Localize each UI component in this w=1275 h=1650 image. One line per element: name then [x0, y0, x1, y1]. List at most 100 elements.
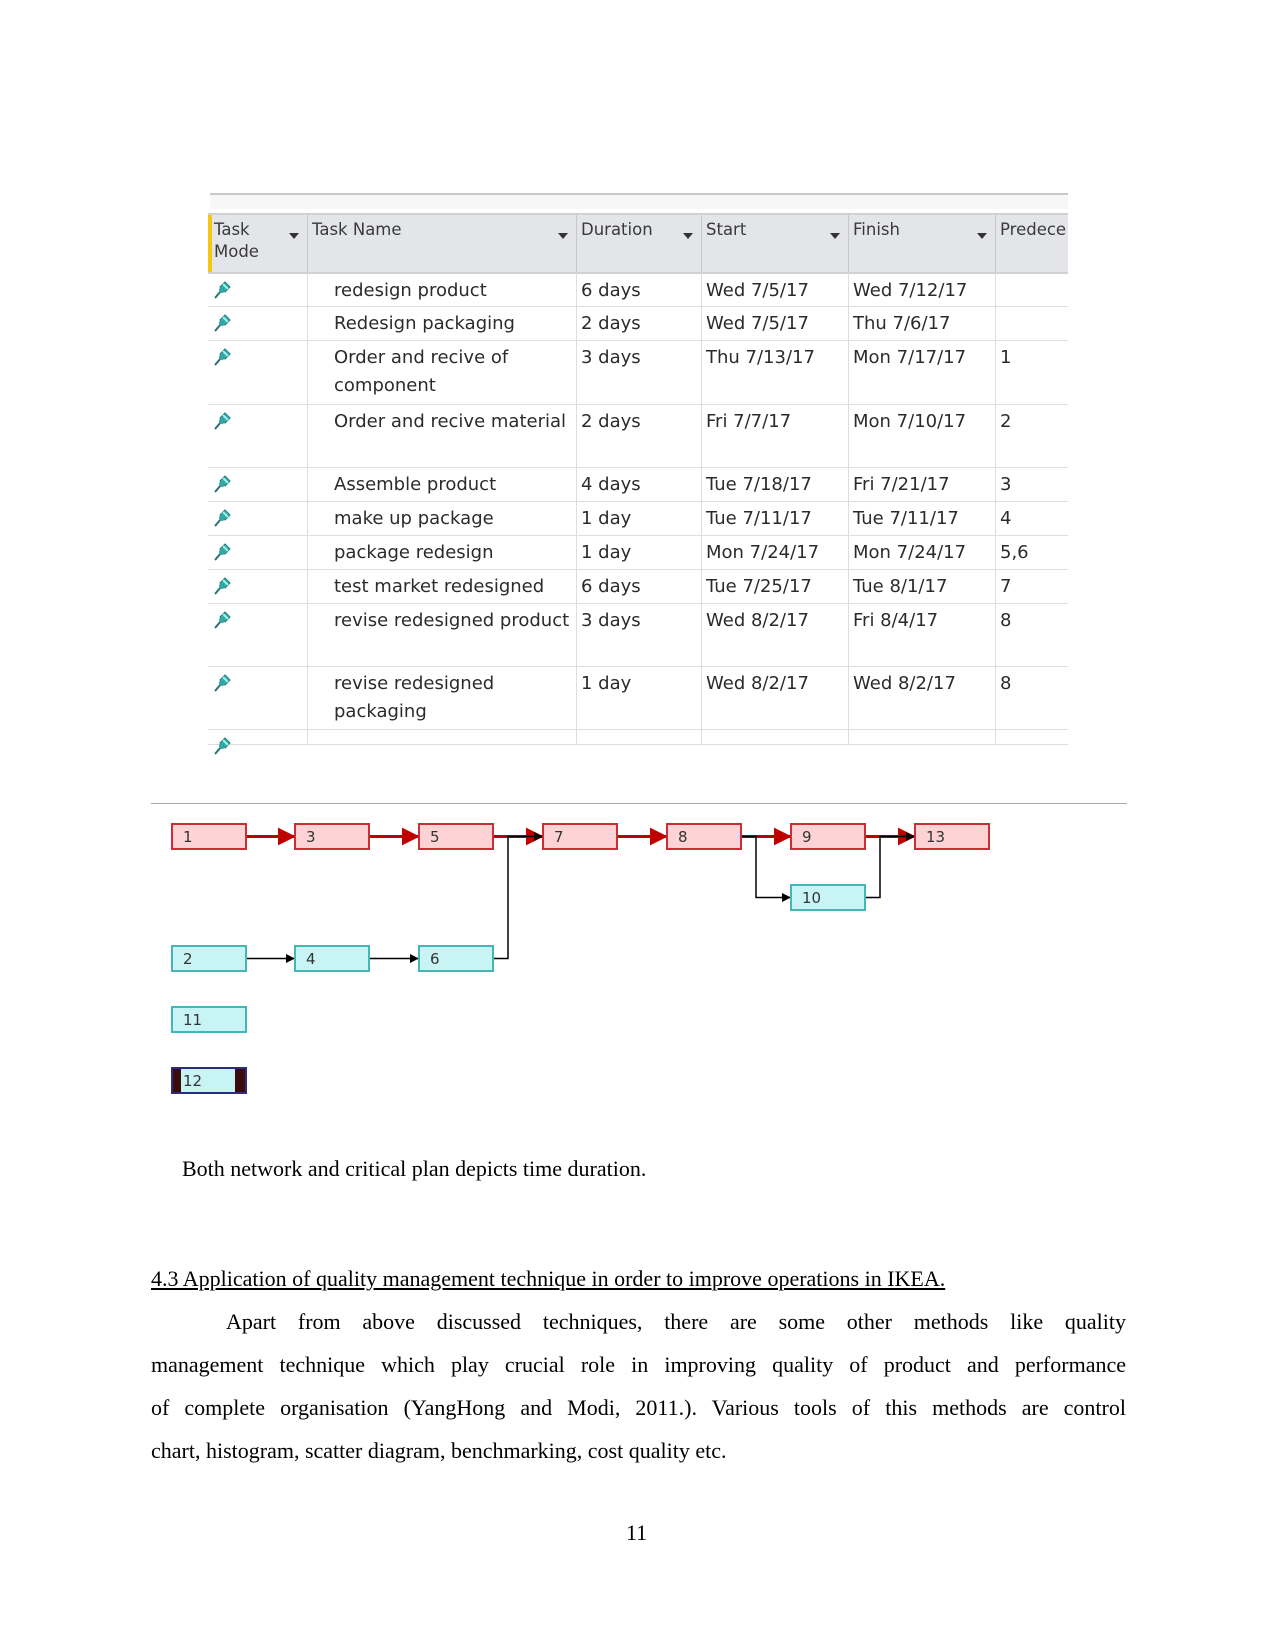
finish-cell[interactable]: Thu 7/6/17	[849, 307, 996, 340]
task-name-cell[interactable]: Order and recive of component	[308, 341, 577, 404]
start-cell[interactable]: Wed 7/5/17	[702, 307, 849, 340]
finish-cell[interactable]: Tue 7/11/17	[849, 502, 996, 535]
duration-cell[interactable]: 3 days	[577, 341, 702, 404]
chevron-down-icon[interactable]	[683, 233, 693, 239]
table-row[interactable]: make up package 1 day Tue 7/11/17 Tue 7/11/…	[208, 502, 1068, 536]
duration-cell[interactable]: 6 days	[577, 570, 702, 603]
task-name-cell[interactable]: Assemble product	[308, 468, 577, 501]
finish-cell[interactable]: Fri 8/4/17	[849, 604, 996, 666]
duration-cell[interactable]: 3 days	[577, 604, 702, 666]
start-cell[interactable]: Wed 8/2/17	[702, 667, 849, 729]
task-name-cell[interactable]	[308, 730, 577, 744]
table-row[interactable]: package redesign 1 day Mon 7/24/17 Mon 7/24…	[208, 536, 1068, 570]
network-node-5[interactable]: 5	[418, 823, 494, 850]
duration-cell[interactable]: 1 day	[577, 502, 702, 535]
chevron-down-icon[interactable]	[977, 233, 987, 239]
network-node-13[interactable]: 13	[914, 823, 990, 850]
task-name-cell[interactable]: Redesign packaging	[308, 307, 577, 340]
predecessors-cell[interactable]: 5,6	[996, 536, 1068, 569]
chevron-down-icon[interactable]	[289, 233, 299, 239]
duration-cell[interactable]	[577, 730, 702, 744]
task-mode-cell[interactable]	[208, 536, 308, 569]
start-cell[interactable]: Wed 8/2/17	[702, 604, 849, 666]
start-cell[interactable]	[702, 730, 849, 744]
task-mode-cell[interactable]	[208, 468, 308, 501]
network-node-11[interactable]: 11	[171, 1006, 247, 1033]
duration-cell[interactable]: 2 days	[577, 405, 702, 467]
start-cell[interactable]: Tue 7/18/17	[702, 468, 849, 501]
finish-cell[interactable]: Wed 7/12/17	[849, 274, 996, 306]
task-name-cell[interactable]: package redesign	[308, 536, 577, 569]
start-cell[interactable]: Thu 7/13/17	[702, 341, 849, 404]
table-row[interactable]: redesign product 6 days Wed 7/5/17 Wed 7/12…	[208, 274, 1068, 307]
task-mode-cell[interactable]	[208, 667, 308, 729]
table-row[interactable]	[208, 730, 1068, 755]
start-cell[interactable]: Tue 7/25/17	[702, 570, 849, 603]
task-name-cell[interactable]: Order and recive material	[308, 405, 577, 467]
start-cell[interactable]: Tue 7/11/17	[702, 502, 849, 535]
predecessors-cell[interactable]	[996, 274, 1068, 306]
network-node-7[interactable]: 7	[542, 823, 618, 850]
finish-cell[interactable]: Tue 8/1/17	[849, 570, 996, 603]
duration-cell[interactable]: 6 days	[577, 274, 702, 306]
column-header-task-mode[interactable]: Task Mode	[208, 215, 308, 272]
network-node-1[interactable]: 1	[171, 823, 247, 850]
finish-cell[interactable]: Wed 8/2/17	[849, 667, 996, 729]
task-name-cell[interactable]: make up package	[308, 502, 577, 535]
finish-cell[interactable]: Mon 7/24/17	[849, 536, 996, 569]
table-row[interactable]: test market redesigned 6 days Tue 7/25/17 T…	[208, 570, 1068, 604]
finish-cell[interactable]: Fri 7/21/17	[849, 468, 996, 501]
network-node-8[interactable]: 8	[666, 823, 742, 850]
column-header-start[interactable]: Start	[702, 215, 849, 272]
network-node-10[interactable]: 10	[790, 884, 866, 911]
table-row[interactable]: revise redesigned packaging 1 day Wed 8/2/…	[208, 667, 1068, 730]
column-header-duration[interactable]: Duration	[577, 215, 702, 272]
duration-cell[interactable]: 4 days	[577, 468, 702, 501]
column-header-finish[interactable]: Finish	[849, 215, 996, 272]
duration-cell[interactable]: 1 day	[577, 536, 702, 569]
task-mode-cell[interactable]	[208, 307, 308, 340]
task-mode-cell[interactable]	[208, 730, 308, 755]
task-mode-cell[interactable]	[208, 341, 308, 404]
column-header-task-name[interactable]: Task Name	[308, 215, 577, 272]
predecessors-cell[interactable]	[996, 307, 1068, 340]
predecessors-cell[interactable]: 1	[996, 341, 1068, 404]
task-name-cell[interactable]: test market redesigned	[308, 570, 577, 603]
predecessors-cell[interactable]: 3	[996, 468, 1068, 501]
network-node-4[interactable]: 4	[294, 945, 370, 972]
finish-cell[interactable]: Mon 7/10/17	[849, 405, 996, 467]
task-mode-cell[interactable]	[208, 570, 308, 603]
start-cell[interactable]: Mon 7/24/17	[702, 536, 849, 569]
network-node-9[interactable]: 9	[790, 823, 866, 850]
predecessors-cell[interactable]: 8	[996, 667, 1068, 729]
predecessors-cell[interactable]: 7	[996, 570, 1068, 603]
task-mode-cell[interactable]	[208, 502, 308, 535]
chevron-down-icon[interactable]	[558, 233, 568, 239]
network-node-3[interactable]: 3	[294, 823, 370, 850]
chevron-down-icon[interactable]	[830, 233, 840, 239]
finish-cell[interactable]	[849, 730, 996, 744]
predecessors-cell[interactable]: 8	[996, 604, 1068, 666]
network-node-6[interactable]: 6	[418, 945, 494, 972]
task-mode-cell[interactable]	[208, 604, 308, 666]
duration-cell[interactable]: 1 day	[577, 667, 702, 729]
predecessors-cell[interactable]	[996, 730, 1068, 744]
start-cell[interactable]: Fri 7/7/17	[702, 405, 849, 467]
task-mode-cell[interactable]	[208, 274, 308, 306]
task-name-cell[interactable]: revise redesigned packaging	[308, 667, 577, 729]
start-cell[interactable]: Wed 7/5/17	[702, 274, 849, 306]
task-name-cell[interactable]: redesign product	[308, 274, 577, 306]
table-row[interactable]: revise redesigned product 3 days Wed 8/2/1…	[208, 604, 1068, 667]
column-header-predecessors[interactable]: Predece	[996, 215, 1068, 272]
task-mode-cell[interactable]	[208, 405, 308, 467]
network-node-12[interactable]: 12	[171, 1067, 247, 1094]
network-node-2[interactable]: 2	[171, 945, 247, 972]
table-row[interactable]: Order and recive of component 3 days Thu 7…	[208, 341, 1068, 405]
predecessors-cell[interactable]: 4	[996, 502, 1068, 535]
predecessors-cell[interactable]: 2	[996, 405, 1068, 467]
task-name-cell[interactable]: revise redesigned product	[308, 604, 577, 666]
table-row[interactable]: Redesign packaging 2 days Wed 7/5/17 Thu 7/…	[208, 307, 1068, 341]
finish-cell[interactable]: Mon 7/17/17	[849, 341, 996, 404]
table-row[interactable]: Order and recive material 2 days Fri 7/7/1…	[208, 405, 1068, 468]
table-row[interactable]: Assemble product 4 days Tue 7/18/17 Fri 7/2…	[208, 468, 1068, 502]
